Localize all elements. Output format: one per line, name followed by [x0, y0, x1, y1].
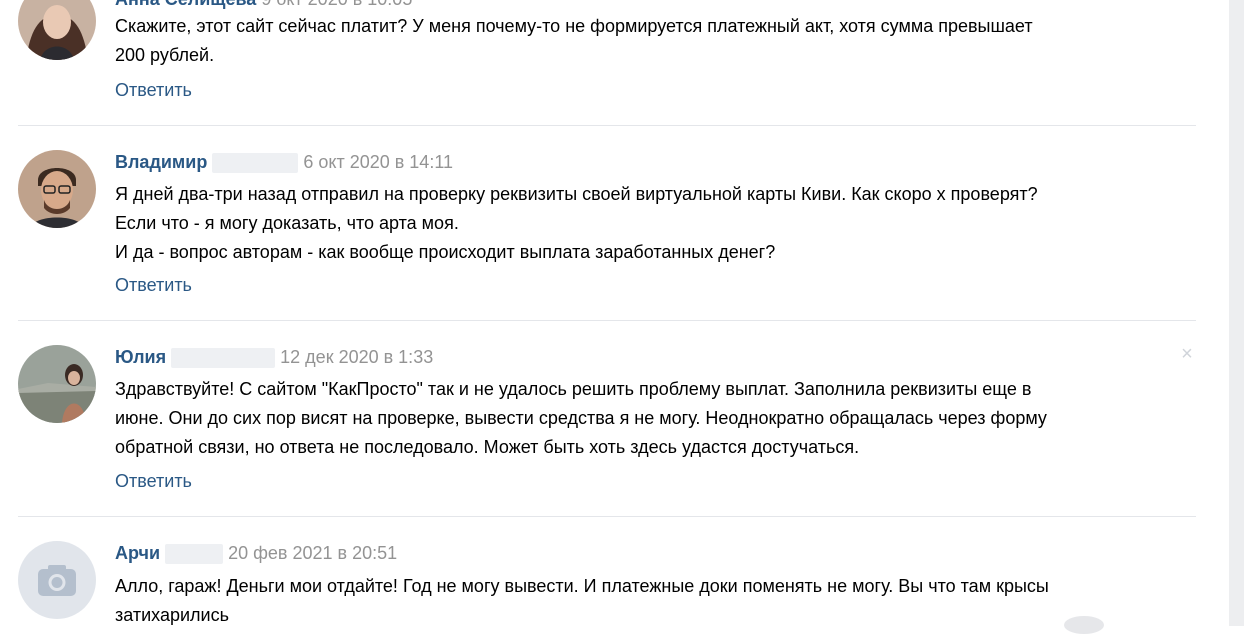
redacted-surname: [212, 153, 299, 174]
author-name[interactable]: Юлия: [115, 347, 166, 367]
comment-text-line: Скажите, этот сайт сейчас платит? У меня…: [115, 16, 1033, 36]
comment-header: Арчи 20 фев 2021 в 20:51: [115, 542, 397, 565]
redacted-surname: [165, 544, 224, 565]
author-name[interactable]: Арчи: [115, 543, 160, 563]
reply-button[interactable]: Ответить: [115, 274, 192, 296]
comment-text-line: Если что - я могу доказать, что арта моя…: [115, 213, 459, 233]
comment-text-line: И да - вопрос авторам - как вообще проис…: [115, 242, 776, 262]
comment-text: Скажите, этот сайт сейчас платит? У меня…: [115, 12, 1195, 70]
reply-button[interactable]: Ответить: [115, 79, 192, 101]
comment-header: Анна Селищева 9 окт 2020 в 10:05: [115, 0, 412, 10]
comment-text: Я дней два-три назад отправил на проверк…: [115, 180, 1195, 267]
delete-comment-icon[interactable]: ×: [1178, 343, 1196, 365]
avatar[interactable]: [18, 0, 96, 60]
page-scroll-track[interactable]: [1229, 0, 1244, 626]
camera-icon: [38, 565, 76, 596]
author-name[interactable]: Владимир: [115, 152, 207, 172]
comment-divider: [18, 516, 1196, 517]
comment-text: Алло, гараж! Деньги мои отдайте! Год не …: [115, 572, 1195, 630]
avatar[interactable]: [18, 345, 96, 423]
comment-text-line: Алло, гараж! Деньги мои отдайте! Год не …: [115, 576, 1049, 596]
comment-date[interactable]: 20 фев 2021 в 20:51: [228, 543, 397, 563]
comment-header: Юлия 12 дек 2020 в 1:33: [115, 346, 433, 369]
comment-text: Здравствуйте! С сайтом "КакПросто" так и…: [115, 375, 1195, 462]
comment-text-line: Я дней два-три назад отправил на проверк…: [115, 184, 1038, 204]
comment-text-line: обратной связи, но ответа не последовало…: [115, 437, 860, 457]
comment-date[interactable]: 12 дек 2020 в 1:33: [280, 347, 433, 367]
comment-divider: [18, 320, 1196, 321]
avatar[interactable]: [18, 150, 96, 228]
author-name[interactable]: Анна Селищева: [115, 0, 256, 9]
comment-date[interactable]: 9 окт 2020 в 10:05: [261, 0, 412, 9]
comment-date[interactable]: 6 окт 2020 в 14:11: [303, 152, 453, 172]
floating-button-shadow: [1064, 616, 1104, 634]
reply-button[interactable]: Ответить: [115, 470, 192, 492]
comment-divider: [18, 125, 1196, 126]
comment-text-line: июне. Они до сих пор висят на проверке, …: [115, 408, 1047, 428]
comment-text-line: Здравствуйте! С сайтом "КакПросто" так и…: [115, 379, 1032, 399]
comment-text-line: 200 рублей.: [115, 45, 215, 65]
comment-header: Владимир 6 окт 2020 в 14:11: [115, 151, 453, 174]
redacted-surname: [171, 348, 276, 369]
avatar[interactable]: [18, 541, 96, 619]
